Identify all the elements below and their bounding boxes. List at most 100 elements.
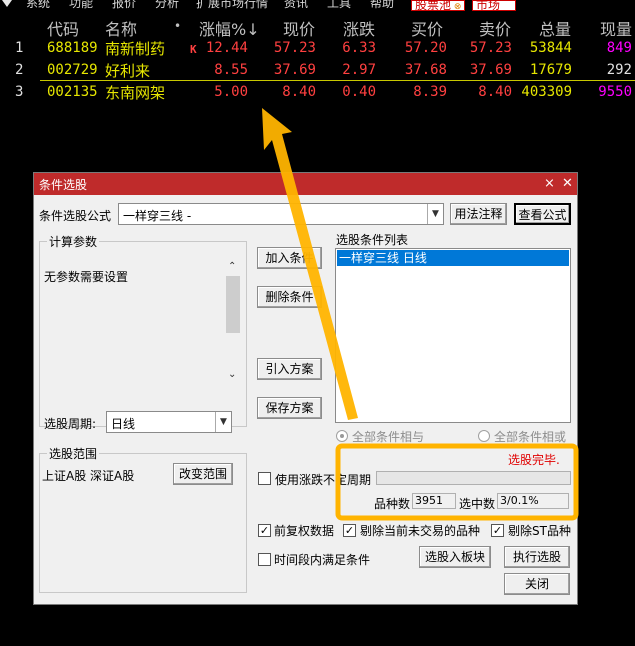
progress-bar <box>376 471 571 485</box>
close-icon[interactable]: ⊗ <box>451 2 462 11</box>
bid: 37.68 <box>404 62 447 78</box>
menu-analysis[interactable]: 分析 <box>155 0 179 10</box>
col-bid[interactable]: 买价 <box>411 16 443 40</box>
tab-stock-pool[interactable]: 股票池 ⊗ <box>411 0 465 11</box>
col-cur-volume[interactable]: 现量 <box>600 16 632 40</box>
params-scrollbar[interactable]: ⌃ ⌄ <box>225 261 241 385</box>
col-change-pct[interactable]: 涨幅%↓ <box>199 16 260 40</box>
period-label: 选股周期: <box>44 417 97 431</box>
table-row[interactable]: 3 002135 东南网架 5.00 8.40 0.40 8.39 8.40 4… <box>0 82 635 104</box>
no-params-text: 无参数需要设置 <box>44 270 129 284</box>
chevron-down-icon[interactable]: ▼ <box>215 412 231 432</box>
formula-value: 一样穿三线 - <box>123 209 192 223</box>
selection-line <box>40 80 635 81</box>
table-row[interactable]: 1 688189 南新制药 K 12.44 57.23 6.33 57.20 5… <box>0 38 635 60</box>
stock-name: 好利来 <box>105 62 151 80</box>
menu-extended-market[interactable]: 扩展市场行情 <box>196 0 268 10</box>
add-condition-button[interactable]: 加入条件 <box>257 247 322 269</box>
radio-all-and[interactable] <box>336 430 348 442</box>
exclude-non-trading-label[interactable]: 剔除当前未交易的品种 <box>360 522 480 539</box>
price: 8.40 <box>282 84 316 100</box>
volume: 17679 <box>529 62 572 78</box>
kcb-flag-badge: K <box>190 43 197 56</box>
col-code[interactable]: 代码 <box>47 16 79 40</box>
stock-count-label: 品种数 <box>374 497 411 511</box>
bid: 57.20 <box>404 40 447 56</box>
pre-adjusted-label[interactable]: 前复权数据 <box>274 522 334 539</box>
time-range-checkbox[interactable] <box>258 553 271 566</box>
change-pct: 12.44 <box>205 40 248 56</box>
pre-adjusted-checkbox[interactable]: ✓ <box>258 524 271 537</box>
stock-count-value: 3951 <box>412 493 456 509</box>
formula-label: 条件选股公式 <box>39 209 112 223</box>
calc-params-title: 计算参数 <box>47 233 100 250</box>
tab-market[interactable]: 市场 <box>472 0 516 11</box>
volume: 53844 <box>529 40 572 56</box>
usage-notes-button[interactable]: 用法注释 <box>450 203 507 225</box>
chevron-down-icon[interactable]: ▼ <box>427 204 443 224</box>
menu-news[interactable]: 资讯 <box>284 0 308 10</box>
radio-all-or[interactable] <box>478 430 490 442</box>
delete-condition-button[interactable]: 删除条件 <box>257 286 322 308</box>
view-formula-button[interactable]: 查看公式 <box>514 203 571 225</box>
menu-help[interactable]: 帮助 <box>370 0 394 10</box>
conditions-list[interactable]: 一样穿三线 日线 <box>335 248 571 423</box>
change: 2.97 <box>342 62 376 78</box>
dialog-titlebar[interactable]: 条件选股 ⨯ ✕ <box>34 173 577 195</box>
current-volume: 9550 <box>598 84 632 100</box>
menu-tools[interactable]: 工具 <box>327 0 351 10</box>
use-price-change-period-checkbox[interactable] <box>258 472 271 485</box>
row-index: 1 <box>15 40 24 56</box>
stock-name: 南新制药 <box>105 40 166 58</box>
dialog-title: 条件选股 <box>39 178 88 192</box>
selected-count-value: 3/0.1% <box>497 493 569 509</box>
selected-count-label: 选中数 <box>459 497 496 511</box>
import-plan-button[interactable]: 引入方案 <box>257 358 322 380</box>
scrollbar-thumb[interactable] <box>226 276 240 333</box>
period-select[interactable]: 日线 ▼ <box>106 411 232 433</box>
stock-code: 002729 <box>47 62 98 78</box>
bid: 8.39 <box>413 84 447 100</box>
exclude-non-trading-checkbox[interactable]: ✓ <box>343 524 356 537</box>
select-to-block-button[interactable]: 选股入板块 <box>419 546 491 568</box>
price: 37.69 <box>273 62 316 78</box>
scroll-down-icon[interactable]: ⌄ <box>228 369 236 380</box>
change: 0.40 <box>342 84 376 100</box>
radio-all-or-label[interactable]: 全部条件相或 <box>494 428 566 445</box>
save-plan-button[interactable]: 保存方案 <box>257 397 322 419</box>
col-price[interactable]: 现价 <box>283 16 315 40</box>
menu-system[interactable]: 系统 <box>26 0 50 10</box>
row-index: 3 <box>15 84 24 100</box>
change: 6.33 <box>342 40 376 56</box>
minimize-icon[interactable]: ⨯ <box>544 176 555 191</box>
status-text: 选股完毕. <box>508 453 560 467</box>
close-button[interactable]: 关闭 <box>504 573 570 595</box>
stock-name: 东南网架 <box>105 84 166 102</box>
period-value: 日线 <box>111 417 136 431</box>
current-volume: 849 <box>606 40 632 56</box>
exclude-st-label[interactable]: 剔除ST品种 <box>508 522 571 539</box>
row-index: 2 <box>15 62 24 78</box>
col-name[interactable]: 名称 <box>105 16 137 40</box>
menu-function[interactable]: 功能 <box>69 0 93 10</box>
menu-quote[interactable]: 报价 <box>112 0 136 10</box>
scroll-up-icon[interactable]: ⌃ <box>228 261 236 272</box>
volume: 403309 <box>521 84 572 100</box>
col-ask[interactable]: 卖价 <box>479 16 511 40</box>
app-logo-icon[interactable] <box>2 0 12 8</box>
close-icon[interactable]: ✕ <box>562 176 573 191</box>
exclude-st-checkbox[interactable]: ✓ <box>491 524 504 537</box>
execute-selection-button[interactable]: 执行选股 <box>504 546 570 568</box>
use-price-change-period-label[interactable]: 使用涨跌不定周期 <box>275 471 371 488</box>
col-change[interactable]: 涨跌 <box>343 16 375 40</box>
list-item[interactable]: 一样穿三线 日线 <box>337 250 569 266</box>
change-pct: 8.55 <box>214 62 248 78</box>
formula-select[interactable]: 一样穿三线 - ▼ <box>118 203 444 225</box>
change-scope-button[interactable]: 改变范围 <box>173 463 233 485</box>
table-row[interactable]: 2 002729 好利来 8.55 37.69 2.97 37.68 37.69… <box>0 60 635 82</box>
radio-all-and-label[interactable]: 全部条件相与 <box>352 428 424 445</box>
price: 57.23 <box>273 40 316 56</box>
time-range-label[interactable]: 时间段内满足条件 <box>274 551 370 568</box>
col-flag[interactable]: • <box>174 19 181 33</box>
col-volume[interactable]: 总量 <box>539 16 571 40</box>
